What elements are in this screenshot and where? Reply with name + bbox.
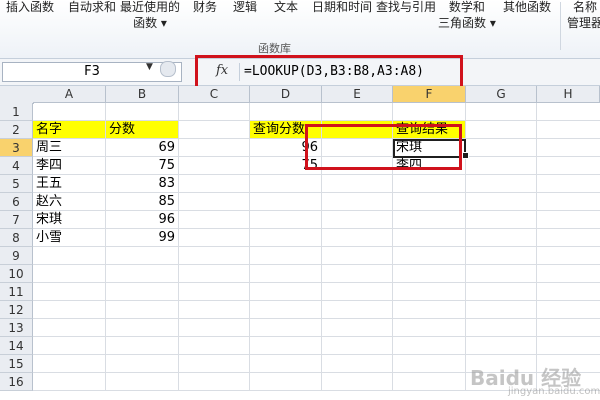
button-label: 最近使用的	[120, 0, 181, 14]
button-label: 插入函数	[6, 0, 55, 14]
recently-used-button[interactable]: 最近使用的 函数 ▾	[120, 0, 180, 30]
cell-a7[interactable]: 宋琪	[33, 211, 106, 229]
expand-circle-icon[interactable]	[160, 61, 176, 77]
button-label: 查找与引用	[376, 0, 437, 14]
cell-a5[interactable]: 王五	[33, 175, 106, 193]
button-label-2: 三角函数 ▾	[438, 16, 496, 30]
spreadsheet-grid[interactable]: A B C D E F G H 1 2 3 4 5 6 7 8 9 10 11 …	[0, 86, 600, 400]
button-label: 数学和	[448, 0, 485, 14]
button-label-2: 函数 ▾	[133, 16, 167, 30]
ribbon: 插入函数 自动求和 最近使用的 函数 ▾ 财务 逻辑 文本 日期和时间 查找与引…	[0, 0, 600, 59]
row-header[interactable]: 13	[0, 319, 33, 337]
column-header-c[interactable]: C	[179, 86, 250, 103]
text-button[interactable]: 文本	[274, 0, 298, 14]
name-manager-button[interactable]: 名称 管理器	[567, 0, 600, 30]
button-label: 其他函数	[503, 0, 552, 14]
button-label: 日期和时间	[312, 0, 373, 14]
button-label: 逻辑	[233, 0, 258, 14]
row-header[interactable]: 15	[0, 355, 33, 373]
watermark-url: jingyan.baidu.com	[508, 386, 600, 397]
column-header-h[interactable]: H	[537, 86, 600, 103]
cell-b8[interactable]: 99	[106, 229, 179, 247]
row-header[interactable]: 14	[0, 337, 33, 355]
name-box[interactable]: F3	[2, 62, 182, 82]
more-functions-button[interactable]: 其他函数	[503, 0, 551, 14]
lookup-reference-button[interactable]: 查找与引用	[376, 0, 436, 14]
row-header[interactable]: 5	[0, 175, 33, 193]
column-header-f[interactable]: F	[393, 86, 466, 103]
row-header[interactable]: 9	[0, 247, 33, 265]
cell-a2[interactable]: 名字	[33, 121, 106, 139]
math-trig-button[interactable]: 数学和 三角函数 ▾	[438, 0, 496, 30]
chevron-down-icon[interactable]: ▼	[146, 62, 153, 72]
cell-b7[interactable]: 96	[106, 211, 179, 229]
cell-a3[interactable]: 周三	[33, 139, 106, 157]
financial-button[interactable]: 财务	[193, 0, 217, 14]
select-all-corner[interactable]	[0, 86, 34, 104]
cell-a6[interactable]: 赵六	[33, 193, 106, 211]
button-label: 文本	[274, 0, 299, 14]
date-time-button[interactable]: 日期和时间	[312, 0, 372, 14]
logical-button[interactable]: 逻辑	[233, 0, 257, 14]
row-header[interactable]: 8	[0, 229, 33, 247]
row-header[interactable]: 11	[0, 283, 33, 301]
cell-b5[interactable]: 83	[106, 175, 179, 193]
row-header[interactable]: 10	[0, 265, 33, 283]
insert-function-button[interactable]: 插入函数	[6, 0, 54, 14]
cell-b6[interactable]: 85	[106, 193, 179, 211]
row-header[interactable]: 16	[0, 373, 33, 391]
fill-handle[interactable]	[462, 152, 469, 159]
cell-a4[interactable]: 李四	[33, 157, 106, 175]
row-header[interactable]: 2	[0, 121, 33, 139]
autosum-button[interactable]: 自动求和	[68, 0, 116, 14]
row-header[interactable]: 6	[0, 193, 33, 211]
result-highlight-box	[305, 124, 462, 170]
cell-b2[interactable]: 分数	[106, 121, 179, 139]
column-header-g[interactable]: G	[466, 86, 537, 103]
button-label-2: 管理器	[567, 16, 600, 30]
column-header-a[interactable]: A	[33, 86, 106, 103]
function-library-group-label: 函数库	[258, 42, 291, 55]
cell-b4[interactable]: 75	[106, 157, 179, 175]
row-header[interactable]: 3	[0, 139, 33, 157]
column-header-b[interactable]: B	[106, 86, 179, 103]
row-header[interactable]: 1	[0, 103, 33, 121]
row-header[interactable]: 12	[0, 301, 33, 319]
row-header[interactable]: 7	[0, 211, 33, 229]
column-header-d[interactable]: D	[250, 86, 322, 103]
ribbon-separator	[560, 2, 561, 50]
cell-b3[interactable]: 69	[106, 139, 179, 157]
row-header[interactable]: 4	[0, 157, 33, 175]
button-label: 名称	[573, 0, 598, 14]
cell-a8[interactable]: 小雪	[33, 229, 106, 247]
column-header-e[interactable]: E	[322, 86, 393, 103]
button-label: 自动求和	[68, 0, 117, 14]
button-label: 财务	[193, 0, 218, 14]
